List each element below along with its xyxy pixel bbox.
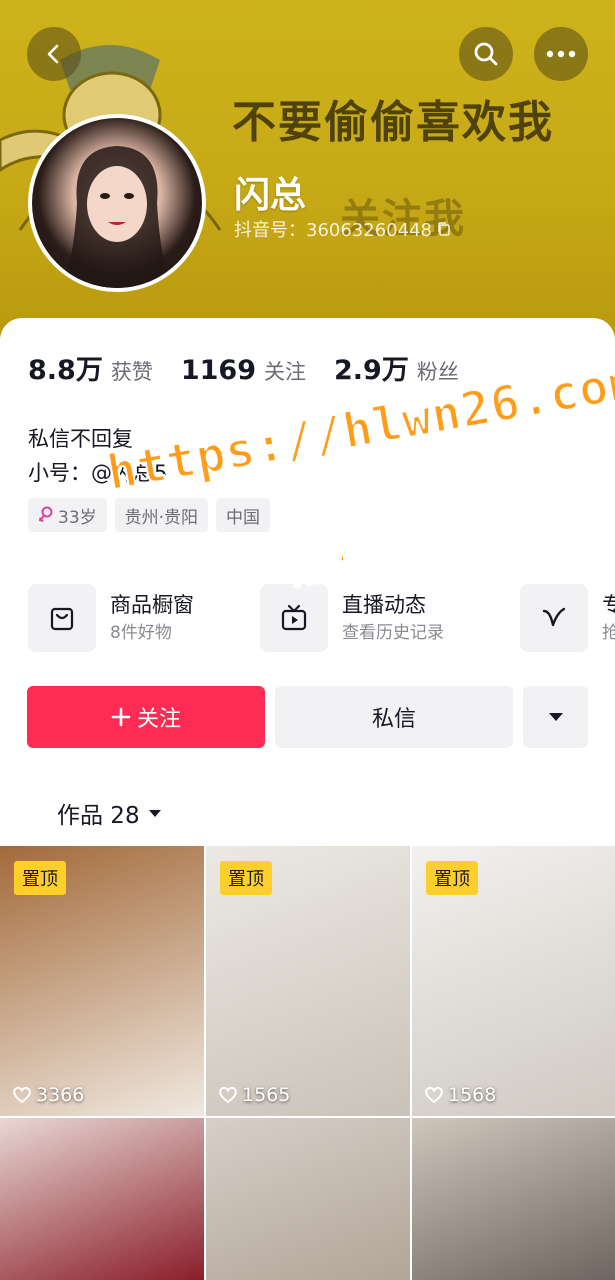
like-count: 1565 — [218, 1084, 290, 1106]
nickname: 闪总 — [234, 175, 307, 216]
douyin-id-text: 抖音号：36063260448 — [234, 220, 432, 241]
tab-works[interactable]: 作品 28 — [57, 796, 162, 830]
service-title: 直播动态 — [342, 593, 426, 617]
tag-age: 33岁 — [28, 498, 107, 532]
service-subtitle: 8件好物 — [110, 623, 172, 643]
triangle-down-icon — [548, 713, 563, 721]
message-label: 私信 — [371, 707, 416, 732]
tag-location: 贵州·贵阳 — [114, 498, 209, 532]
avatar[interactable] — [28, 114, 206, 292]
tag-text: 中国 — [226, 507, 261, 528]
service-title: 商品橱窗 — [110, 593, 194, 617]
video-thumbnail[interactable]: 置顶 3366 — [0, 846, 204, 1116]
service-text: 商品橱窗 8件好物 — [110, 590, 194, 646]
banner-headline: 不要偷偷喜欢我 — [232, 97, 554, 148]
profile-banner: 不要偷偷喜欢我 关注我 闪总 抖音号：36063260448 — [0, 0, 615, 345]
pinned-badge: 置顶 — [426, 861, 478, 895]
profile-tags: 33岁 贵州·贵阳 中国 — [28, 498, 271, 532]
stat-value: 1169 — [180, 355, 256, 386]
video-thumbnail[interactable]: 置顶 1565 — [206, 846, 410, 1116]
chevron-left-icon — [47, 44, 59, 64]
follow-button[interactable]: 关注 — [27, 686, 265, 748]
like-count-text: 3366 — [36, 1084, 85, 1106]
service-subtitle: 抢 — [602, 623, 615, 643]
stat-label: 获赞 — [110, 360, 153, 384]
action-bar: 关注 私信 — [27, 686, 588, 748]
heart-icon — [219, 1086, 237, 1104]
service-title: 专 — [602, 593, 615, 617]
tag-text: 贵州·贵阳 — [124, 507, 199, 528]
copy-icon[interactable] — [436, 221, 452, 237]
avatar-portrait — [62, 146, 172, 288]
recommend-dropdown-button[interactable] — [523, 686, 588, 748]
service-partial[interactable]: 专 抢 — [520, 584, 615, 652]
triangle-down-icon — [148, 809, 161, 817]
tag-country: 中国 — [216, 498, 271, 532]
profile-stats: 8.8万 获赞 1169 关注 2.9万 粉丝 — [28, 348, 459, 387]
search-icon — [474, 42, 498, 66]
service-live-history[interactable]: 直播动态 查看历史记录 — [260, 584, 444, 652]
service-icon-box — [520, 584, 588, 652]
works-tab-label: 作品 28 — [57, 803, 140, 829]
ellipsis-icon — [546, 50, 576, 58]
service-row: 商品橱窗 8件好物 直播动态 查看历史记录 专 抢 — [28, 584, 615, 654]
stat-value: 2.9万 — [334, 355, 409, 386]
heart-icon — [13, 1086, 31, 1104]
service-shop-window[interactable]: 商品橱窗 8件好物 — [28, 584, 194, 652]
stat-value: 8.8万 — [28, 355, 103, 386]
more-button[interactable] — [534, 27, 588, 81]
back-button[interactable] — [27, 27, 81, 81]
service-text: 专 抢 — [602, 590, 615, 646]
tag-text: 33岁 — [58, 507, 97, 528]
service-text: 直播动态 查看历史记录 — [342, 590, 444, 646]
search-button[interactable] — [459, 27, 513, 81]
tv-play-icon — [281, 604, 307, 631]
service-icon-box — [28, 584, 96, 652]
video-thumbnail[interactable] — [412, 1118, 615, 1280]
stat-likes[interactable]: 8.8万 获赞 — [28, 348, 153, 387]
message-button[interactable]: 私信 — [275, 686, 513, 748]
video-thumbnail[interactable] — [206, 1118, 410, 1280]
stat-label: 粉丝 — [416, 360, 459, 384]
plus-icon — [111, 707, 131, 727]
stat-followers[interactable]: 2.9万 粉丝 — [334, 348, 459, 387]
heart-icon — [425, 1086, 443, 1104]
like-count-text: 1565 — [242, 1084, 291, 1106]
stat-label: 关注 — [264, 360, 306, 384]
video-grid: 置顶 3366 置顶 1565 置顶 1568 — [0, 846, 615, 1280]
video-thumbnail[interactable] — [0, 1118, 204, 1280]
pinned-badge: 置顶 — [220, 861, 272, 895]
female-icon — [38, 506, 53, 523]
like-count: 1568 — [424, 1084, 496, 1106]
video-thumbnail[interactable]: 置顶 1568 — [412, 846, 615, 1116]
like-count: 3366 — [12, 1084, 84, 1106]
follow-label: 关注 — [136, 707, 181, 732]
douyin-id[interactable]: 抖音号：36063260448 — [234, 216, 452, 242]
like-count-text: 1568 — [448, 1084, 497, 1106]
service-subtitle: 查看历史记录 — [342, 623, 444, 643]
stat-following[interactable]: 1169 关注 — [181, 355, 306, 386]
shopping-bag-icon — [50, 607, 74, 631]
pinned-badge: 置顶 — [14, 861, 66, 895]
v-logo-icon — [542, 607, 566, 627]
